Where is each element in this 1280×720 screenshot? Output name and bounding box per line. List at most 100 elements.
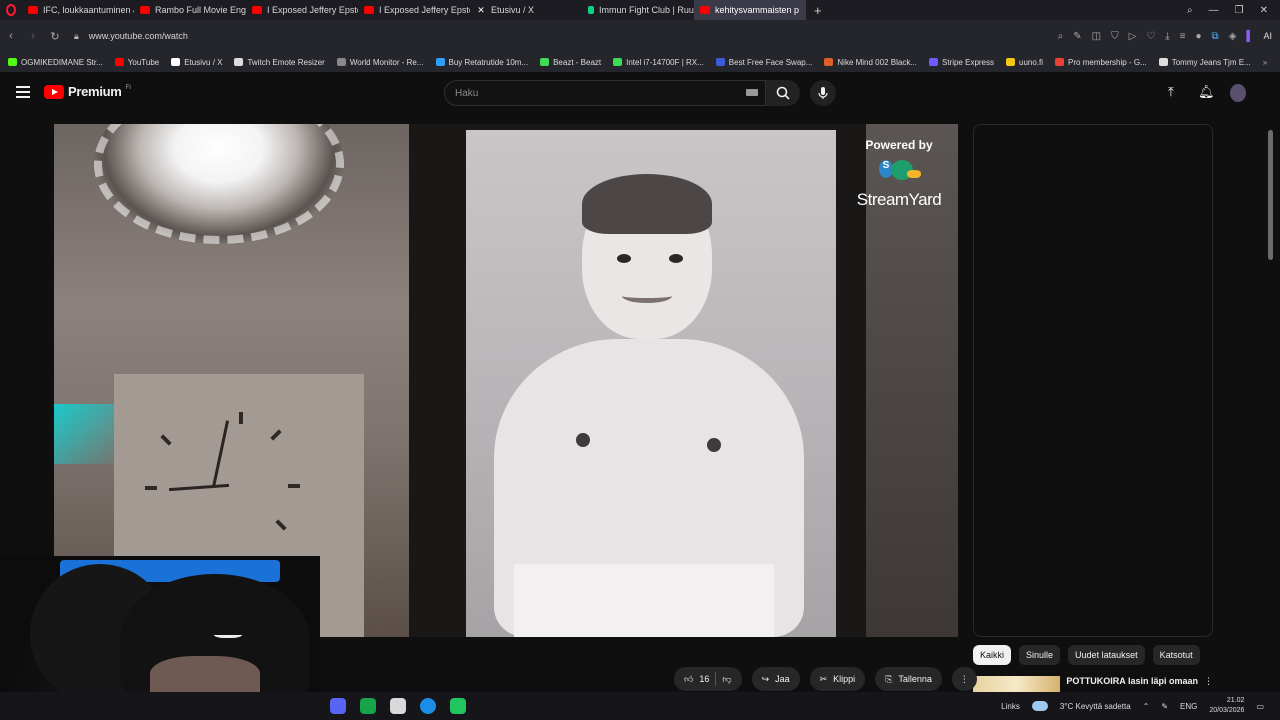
menu-icon[interactable]: ≡ xyxy=(1180,31,1186,42)
youtube-icon xyxy=(364,6,374,14)
recommended-video[interactable]: POTTUKOIRA lasin läpi omaan ⋮ xyxy=(973,676,1213,692)
chip-new-uploads[interactable]: Uudet lataukset xyxy=(1068,645,1145,665)
bookmark-item[interactable]: Tommy Jeans Tjm E... xyxy=(1158,58,1251,67)
thumbs-down-icon[interactable]: 👎︎ xyxy=(722,674,731,685)
camera-icon[interactable]: ◫ xyxy=(1092,31,1101,42)
windows-taskbar: Links 3°C Kevyttä sadetta ⌃ ✎ ENG 21.02 … xyxy=(0,692,1280,720)
chip-watched[interactable]: Katsotut xyxy=(1152,645,1200,665)
bookmark-item[interactable]: World Monitor - Re... xyxy=(336,58,424,67)
more-options-icon[interactable]: ⋮ xyxy=(1204,676,1213,692)
bookmark-favicon-icon xyxy=(171,58,181,66)
browser-tab[interactable]: IFC, loukkaantuminen & V xyxy=(22,0,134,20)
reload-icon[interactable]: ↻ xyxy=(44,30,66,43)
bookmark-item[interactable]: Nike Mind 002 Black... xyxy=(824,58,917,67)
bookmark-item[interactable]: OGMIKEDIMANE Str... xyxy=(8,58,103,67)
bookmark-item[interactable]: Beazt - Beazt xyxy=(540,58,601,67)
new-tab-button[interactable]: + xyxy=(806,3,830,18)
heart-icon[interactable]: ♡ xyxy=(1146,31,1155,42)
edit-icon[interactable]: ✎ xyxy=(1073,31,1081,42)
bookmark-item[interactable]: Intel i7-14700F | RX... xyxy=(613,58,704,67)
video-actions: 👍︎ 16 👎︎ ↪ Jaa ✂ Klippi ⎘ Tallenna ⋮ xyxy=(674,667,977,691)
thumbs-up-icon[interactable]: 👍︎ xyxy=(684,674,693,685)
sidebar-panel xyxy=(973,124,1213,637)
profile-icon[interactable]: ● xyxy=(1196,31,1202,42)
browser-tab[interactable]: I Exposed Jeffery Epstein's xyxy=(246,0,358,20)
links-toolbar[interactable]: Links xyxy=(1001,702,1020,711)
tray-chevron-icon[interactable]: ⌃ xyxy=(1143,702,1150,711)
ai-button[interactable]: AI xyxy=(1263,31,1272,41)
bookmark-item[interactable]: Pro membership - G... xyxy=(1055,58,1147,67)
like-dislike-button[interactable]: 👍︎ 16 👎︎ xyxy=(674,667,742,691)
avatar[interactable] xyxy=(1230,84,1246,102)
kick-icon[interactable] xyxy=(450,698,466,714)
cube-icon[interactable]: ◈ xyxy=(1229,31,1237,42)
app-icon[interactable] xyxy=(390,698,406,714)
zoom-icon[interactable]: ⌕ xyxy=(1058,31,1064,42)
url-field[interactable]: www.youtube.com/watch xyxy=(89,31,188,41)
search-button[interactable] xyxy=(766,80,800,106)
language-indicator[interactable]: ENG xyxy=(1180,702,1197,711)
page-scrollbar[interactable] xyxy=(1266,124,1274,712)
bookmark-favicon-icon xyxy=(234,58,244,66)
bookmarks-overflow-icon[interactable]: » xyxy=(1263,58,1280,67)
bookmark-favicon-icon xyxy=(824,58,834,66)
video-thumbnail[interactable] xyxy=(973,676,1061,692)
download-icon[interactable]: ⤓ xyxy=(1165,31,1169,42)
search-tabs-icon[interactable]: ⌕ xyxy=(1187,5,1193,16)
browser-tab-active[interactable]: kehitysvammaisten p xyxy=(694,0,806,20)
pen-icon[interactable]: ✎ xyxy=(1161,702,1168,711)
edge-icon[interactable] xyxy=(420,698,436,714)
search-input[interactable]: Haku xyxy=(444,80,766,106)
weather-text[interactable]: 3°C Kevyttä sadetta xyxy=(1060,702,1131,711)
bookmark-item[interactable]: YouTube xyxy=(114,58,159,67)
play-icon[interactable]: ▷ xyxy=(1129,31,1137,42)
nike-logo-icon xyxy=(214,630,242,638)
save-button[interactable]: ⎘ Tallenna xyxy=(875,667,942,691)
browser-tab[interactable]: ✕ Etusivu / X xyxy=(470,0,582,20)
lock-icon[interactable]: 🔒︎ xyxy=(74,31,79,42)
purple-extension-icon[interactable]: ▌ xyxy=(1246,31,1253,42)
hamburger-menu-icon[interactable] xyxy=(16,86,30,98)
close-icon[interactable]: ✕ xyxy=(1260,5,1268,16)
bookmark-item[interactable]: uuno.fi xyxy=(1006,58,1043,67)
chip-for-you[interactable]: Sinulle xyxy=(1019,645,1061,665)
minimize-icon[interactable]: — xyxy=(1209,5,1219,16)
bookmark-favicon-icon xyxy=(435,58,445,66)
weather-cloud-icon[interactable] xyxy=(1031,701,1048,711)
clip-button[interactable]: ✂ Klippi xyxy=(809,667,866,691)
youtube-icon xyxy=(28,6,38,14)
share-button[interactable]: ↪ Jaa xyxy=(751,667,800,691)
microphone-icon xyxy=(818,87,828,99)
upload-icon[interactable]: ⤒ xyxy=(1168,84,1174,100)
bookmark-item[interactable]: Buy Retatrutide 10m... xyxy=(435,58,528,67)
bookmark-favicon-icon xyxy=(613,58,623,66)
system-clock[interactable]: 21.02 20/03/2026 xyxy=(1209,696,1244,716)
keyboard-icon[interactable] xyxy=(746,89,758,96)
green-app-icon[interactable] xyxy=(360,698,376,714)
discord-icon[interactable] xyxy=(330,698,346,714)
restore-icon[interactable]: ❐ xyxy=(1235,5,1244,16)
youtube-premium-logo[interactable]: Premium FI xyxy=(44,84,131,99)
voice-search-button[interactable] xyxy=(810,80,836,106)
browser-tab[interactable]: I Exposed Jeffery Epstein's xyxy=(358,0,470,20)
extension-icon[interactable]: ⧉ xyxy=(1212,31,1219,42)
opera-icon[interactable] xyxy=(0,0,22,20)
notifications-bell-icon[interactable]: 🔔︎ xyxy=(1198,84,1215,100)
bookmark-item[interactable]: Stripe Express xyxy=(928,58,994,67)
chip-all[interactable]: Kaikki xyxy=(973,645,1012,665)
forward-icon[interactable]: › xyxy=(22,30,44,42)
notifications-icon[interactable]: ▭ xyxy=(1256,702,1264,711)
bookmark-icon: ⎘ xyxy=(885,673,893,684)
bookmark-item[interactable]: Twitch Emote Resizer xyxy=(234,58,325,67)
bookmark-item[interactable]: Etusivu / X xyxy=(171,58,222,67)
bookmark-item[interactable]: Best Free Face Swap... xyxy=(715,58,812,67)
wall-clock xyxy=(144,409,314,579)
scrollbar-thumb[interactable] xyxy=(1268,130,1273,260)
more-actions-button[interactable]: ⋮ xyxy=(951,667,977,691)
browser-tab[interactable]: Immun Fight Club | Ruutu xyxy=(582,0,694,20)
bookmark-favicon-icon xyxy=(336,58,346,66)
browser-tab[interactable]: Rambo Full Movie English xyxy=(134,0,246,20)
back-icon[interactable]: ‹ xyxy=(0,30,22,42)
youtube-header: Premium FI Haku ⤒ 🔔︎ xyxy=(0,72,1280,116)
shield-icon[interactable]: ⛉ xyxy=(1111,31,1119,42)
